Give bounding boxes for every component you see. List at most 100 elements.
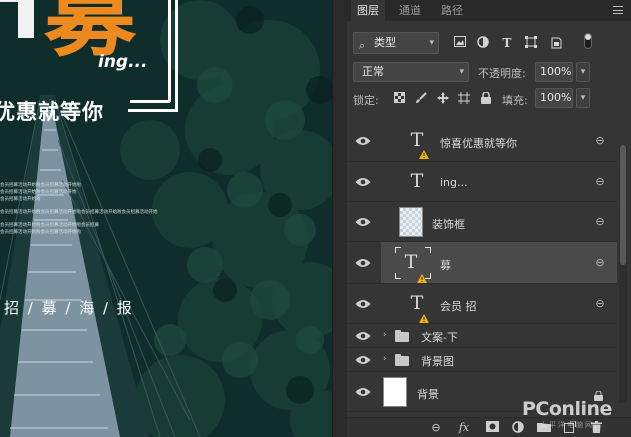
layer-row[interactable]: T 会员 招 ⊖ bbox=[347, 284, 617, 324]
lock-icon bbox=[594, 386, 603, 401]
layer-name[interactable]: 背景 bbox=[417, 386, 439, 402]
visibility-eye-icon[interactable] bbox=[355, 177, 371, 187]
lock-artboard-icon[interactable] bbox=[458, 92, 470, 104]
layer-name[interactable]: 募 bbox=[440, 257, 451, 273]
fill-dropdown-button[interactable]: ▾ bbox=[576, 88, 590, 108]
visibility-eye-icon[interactable] bbox=[355, 299, 371, 309]
chevron-down-icon: ▾ bbox=[429, 38, 434, 48]
layer-thumbnail bbox=[383, 377, 407, 407]
search-icon: ⌕ bbox=[359, 39, 366, 52]
lock-pixels-brush-icon[interactable] bbox=[415, 92, 427, 104]
tab-layers[interactable]: 图层 bbox=[351, 0, 385, 21]
watermark-subtitle: 太平洋电脑网 bbox=[540, 421, 594, 429]
selection-corner bbox=[395, 247, 401, 253]
filter-adjustment-icon[interactable] bbox=[476, 36, 490, 50]
folder-icon bbox=[395, 354, 409, 366]
panel-menu-icon[interactable] bbox=[613, 6, 623, 14]
link-icon: ⊖ bbox=[595, 175, 605, 188]
document-canvas[interactable]: 募 ing... 优惠就等你 会员招募活动开始啦会员招募活动开始啦 会员招募活动… bbox=[0, 0, 332, 437]
decor-frame-horizontal bbox=[130, 100, 170, 103]
layer-row[interactable]: 装饰框 ⊖ bbox=[347, 202, 617, 242]
decor-frame-vertical bbox=[168, 0, 171, 102]
decor-frame-vertical-inner bbox=[175, 0, 178, 112]
layer-group-row[interactable]: › 背景图 bbox=[347, 348, 617, 372]
fx-icon[interactable]: fx bbox=[457, 421, 471, 434]
panel-tabbar: 图层 通道 路径 bbox=[347, 0, 631, 21]
selection-corner bbox=[425, 247, 431, 253]
visibility-eye-icon[interactable] bbox=[355, 387, 371, 397]
text-layer-thumbnail-icon: T bbox=[410, 170, 424, 192]
layers-panel: 图层 通道 路径 ⌕ 类型 ▾ T 正常 ▾ 不透明度: 100% ▾ 锁定: … bbox=[347, 0, 631, 437]
layer-row-selected[interactable]: T 募 ⊖ bbox=[381, 242, 617, 284]
filter-shape-icon[interactable] bbox=[524, 36, 538, 50]
visibility-eye-icon[interactable] bbox=[355, 136, 371, 146]
filter-toggle-switch[interactable] bbox=[584, 33, 592, 49]
fill-input[interactable]: 100% bbox=[535, 88, 573, 108]
watermark-logo: PConline bbox=[522, 398, 612, 420]
visibility-eye-icon[interactable] bbox=[355, 217, 371, 227]
filter-kind-label: 类型 bbox=[374, 36, 396, 49]
layer-group-name[interactable]: 背景图 bbox=[421, 353, 454, 369]
poster-tagline: 招 / 募 / 海 / 报 bbox=[4, 299, 134, 317]
lock-label: 锁定: bbox=[353, 94, 379, 107]
link-layers-icon[interactable]: ⊖ bbox=[429, 421, 443, 434]
layer-group-name[interactable]: 文案-下 bbox=[421, 329, 458, 345]
layer-group-row[interactable]: › 文案-下 bbox=[347, 324, 617, 348]
layer-filter-row: ⌕ 类型 ▾ T bbox=[347, 30, 631, 56]
poster-ing-text: ing... bbox=[98, 52, 148, 72]
filter-smartobject-icon[interactable] bbox=[549, 36, 563, 50]
visibility-eye-icon[interactable] bbox=[355, 331, 371, 341]
blend-mode-select[interactable]: 正常 ▾ bbox=[353, 62, 469, 82]
layer-name[interactable]: 装饰框 bbox=[432, 216, 465, 232]
layer-thumbnail bbox=[399, 207, 423, 237]
selection-corner bbox=[395, 273, 401, 279]
filter-kind-select[interactable]: ⌕ 类型 ▾ bbox=[353, 32, 439, 54]
lock-all-icon[interactable] bbox=[480, 91, 492, 104]
add-mask-icon[interactable] bbox=[485, 421, 499, 434]
lock-position-move-icon[interactable] bbox=[437, 92, 449, 104]
lock-row: 锁定: 填充: 100% ▾ bbox=[347, 88, 631, 110]
poster-fine-print: 会员招募活动开始啦会员招募活动开始啦 会员招募活动开始啦会员招募活动开始 会员招… bbox=[0, 182, 200, 236]
layer-name[interactable]: 惊喜优惠就等你 bbox=[440, 135, 517, 151]
chevron-down-icon: ▾ bbox=[459, 67, 464, 77]
layer-name[interactable]: 会员 招 bbox=[440, 298, 477, 314]
visibility-eye-icon[interactable] bbox=[355, 258, 371, 268]
blend-row: 正常 ▾ 不透明度: 100% ▾ bbox=[347, 60, 631, 84]
panel-divider bbox=[332, 0, 347, 437]
link-icon: ⊖ bbox=[595, 215, 605, 228]
warning-icon bbox=[417, 268, 427, 283]
layer-row-selected-eye-cell bbox=[347, 242, 381, 284]
warning-icon bbox=[419, 308, 429, 323]
link-icon: ⊖ bbox=[595, 297, 605, 310]
opacity-dropdown-button[interactable]: ▾ bbox=[576, 62, 590, 82]
layers-scrollbar[interactable] bbox=[619, 145, 627, 403]
fill-label: 填充: bbox=[502, 94, 528, 107]
fine-line: 会员招募活动开始啦会员招募活动开始啦 bbox=[0, 230, 81, 235]
layer-row[interactable]: T 惊喜优惠就等你 ⊖ bbox=[347, 120, 617, 162]
link-icon: ⊖ bbox=[595, 134, 605, 147]
opacity-input[interactable]: 100% bbox=[535, 62, 573, 82]
warning-icon bbox=[419, 144, 429, 159]
folder-icon bbox=[395, 330, 409, 342]
fine-line: 会员招募活动开始啦会员招募活动开始啦会员招募 bbox=[0, 223, 99, 228]
fine-line: 会员招募活动开始啦会员招募活动开始 bbox=[0, 190, 77, 195]
layer-row[interactable]: T ing... ⊖ bbox=[347, 162, 617, 202]
link-icon: ⊖ bbox=[595, 256, 605, 269]
filter-type-icon[interactable]: T bbox=[500, 36, 514, 50]
chevron-right-icon[interactable]: › bbox=[383, 330, 387, 340]
decor-frame-horizontal-inner bbox=[128, 109, 178, 112]
adjustment-layer-icon[interactable] bbox=[511, 421, 525, 434]
poster-slogan: 优惠就等你 bbox=[0, 100, 104, 124]
scrollbar-thumb[interactable] bbox=[620, 145, 626, 265]
fine-line: 会员招募活动开始啦 bbox=[0, 197, 41, 202]
opacity-label: 不透明度: bbox=[478, 67, 526, 80]
tab-channels[interactable]: 通道 bbox=[393, 0, 427, 21]
chevron-right-icon[interactable]: › bbox=[383, 354, 387, 364]
lock-transparent-icon[interactable] bbox=[393, 92, 405, 104]
visibility-eye-icon[interactable] bbox=[355, 355, 371, 365]
tab-paths[interactable]: 路径 bbox=[435, 0, 469, 21]
blend-mode-label: 正常 bbox=[362, 65, 384, 78]
layer-name[interactable]: ing... bbox=[440, 176, 468, 189]
fine-line: 会员招募活动开始啦会员招募活动开始啦会员招募活动开始啦会员招募活动开始 bbox=[0, 210, 158, 215]
filter-pixel-icon[interactable] bbox=[453, 36, 467, 50]
